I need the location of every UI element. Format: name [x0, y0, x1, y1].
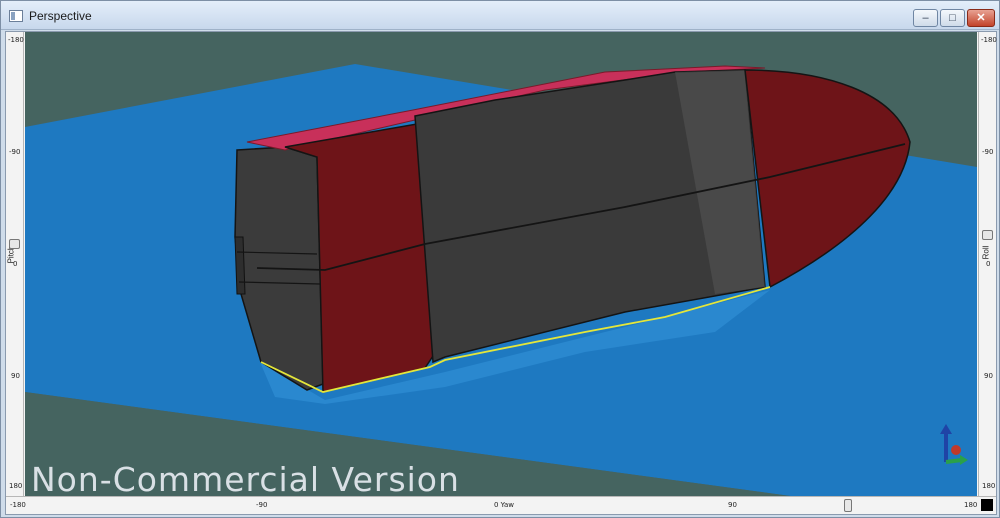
roll-tick: 90: [984, 372, 993, 380]
close-button[interactable]: ✕: [967, 9, 995, 27]
3d-viewport[interactable]: Non-Commercial Version: [25, 32, 977, 496]
pitch-ruler[interactable]: -180 -90 0 90 180 Pitch: [6, 32, 24, 496]
non-commercial-watermark: Non-Commercial Version: [31, 460, 460, 496]
viewport-frame: -180 -90 0 90 180 Pitch Non-Commercial V…: [5, 31, 997, 515]
roll-tick: 180: [982, 482, 996, 490]
pitch-tick: 90: [11, 372, 20, 380]
xyz-axis-gizmo-icon: [940, 424, 968, 465]
yaw-tick: -180: [10, 501, 26, 509]
scene-render: [25, 64, 977, 496]
roll-label: Roll: [981, 245, 991, 260]
yaw-ruler[interactable]: -180 -90 0 Yaw 90 180: [6, 496, 996, 514]
pitch-tick: -90: [9, 148, 21, 156]
yaw-tick: 0 Yaw: [494, 501, 515, 509]
yaw-tick: 90: [728, 501, 737, 509]
roll-tick: -90: [982, 148, 994, 156]
roll-tick: -180: [981, 36, 997, 44]
title-bar[interactable]: Perspective – □ ✕: [1, 1, 999, 30]
yaw-tick: 180: [964, 501, 978, 509]
minimize-button[interactable]: –: [913, 9, 938, 27]
window-title: Perspective: [29, 9, 92, 23]
background-color-swatch[interactable]: [981, 499, 993, 511]
pitch-slider-thumb[interactable]: [9, 239, 20, 249]
stern-rudder: [234, 236, 246, 295]
roll-slider-thumb[interactable]: [982, 230, 993, 240]
perspective-window: Perspective – □ ✕ -180 -90 0 90 180 Pitc…: [0, 0, 1000, 518]
maximize-button[interactable]: □: [940, 9, 965, 27]
yaw-slider-thumb[interactable]: [844, 499, 852, 512]
roll-ruler[interactable]: -180 -90 0 90 180 Roll: [978, 32, 997, 496]
pitch-tick: -180: [8, 36, 24, 44]
pitch-tick: 180: [9, 482, 23, 490]
yaw-tick: -90: [256, 501, 268, 509]
roll-tick: 0: [986, 260, 991, 268]
window-icon[interactable]: [9, 10, 23, 22]
